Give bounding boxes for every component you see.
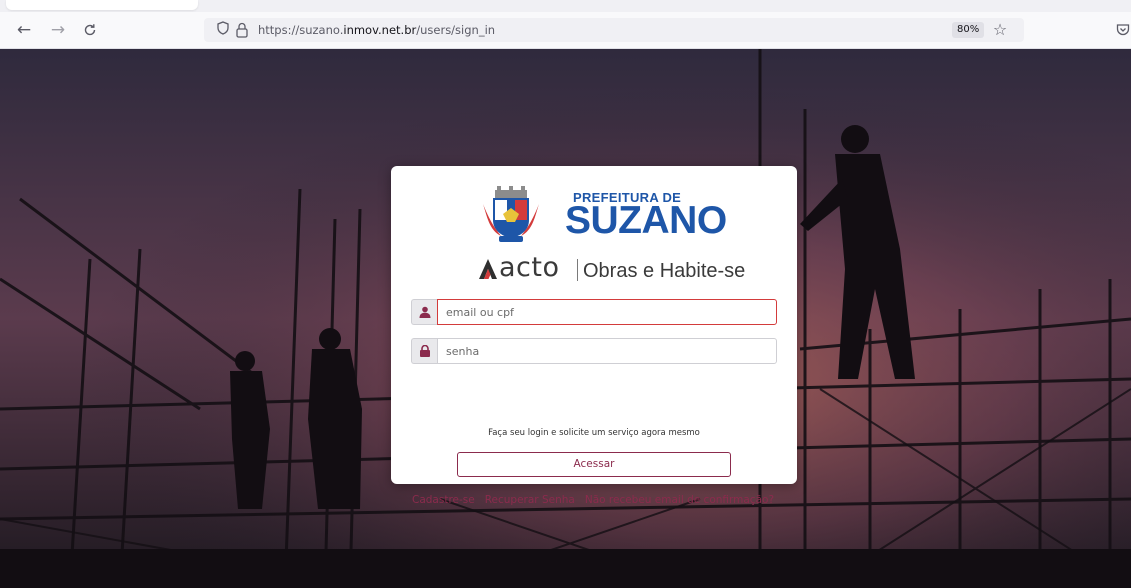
email-field-group	[411, 299, 777, 325]
prefeitura-suzano-logo: PREFEITURA DE SUZANO	[481, 186, 727, 246]
arrow-left-icon: ←	[16, 20, 32, 40]
recover-password-link[interactable]: Recuperar Senha	[485, 494, 575, 506]
shield-icon	[217, 21, 229, 35]
email-input[interactable]	[437, 299, 777, 325]
password-field-group	[411, 338, 777, 364]
browser-toolbar: ← → https://suzano.inmov.net.br/users/si…	[0, 12, 1131, 49]
url-path: /users/sign_in	[416, 23, 496, 37]
acto-logo-icon	[479, 259, 497, 279]
pocket-icon	[1116, 24, 1130, 36]
city-crest-icon	[483, 186, 539, 242]
login-card: PREFEITURA DE SUZANO acto Obras e Habite…	[391, 166, 797, 506]
page-viewport: PREFEITURA DE SUZANO acto Obras e Habite…	[0, 49, 1131, 588]
browser-window: ← → https://suzano.inmov.net.br/users/si…	[0, 0, 1131, 588]
arrow-right-icon: →	[50, 20, 66, 40]
zoom-indicator[interactable]: 80%	[952, 22, 985, 38]
url-domain: inmov.net.br	[343, 23, 417, 37]
active-tab[interactable]	[6, 0, 198, 10]
url-prefix: https://suzano.	[258, 23, 344, 37]
resend-confirmation-link[interactable]: Não recebeu email de confirmação?	[585, 494, 774, 506]
acto-brand: acto Obras e Habite-se	[479, 251, 745, 285]
acessar-button[interactable]: Acessar	[457, 452, 731, 477]
password-addon	[411, 338, 437, 364]
pocket-button[interactable]	[1116, 20, 1131, 40]
tab-strip	[0, 0, 1131, 12]
site-info-button[interactable]	[235, 21, 251, 39]
user-icon	[419, 306, 431, 318]
email-addon	[411, 299, 437, 325]
register-link[interactable]: Cadastre-se	[412, 494, 475, 506]
lock-icon	[236, 22, 248, 38]
reload-icon	[84, 24, 96, 36]
acto-wordmark: acto	[499, 252, 560, 283]
lock-icon	[420, 345, 430, 357]
reload-button[interactable]	[80, 20, 100, 40]
acto-subtitle: Obras e Habite-se	[583, 260, 746, 282]
star-icon: ☆	[992, 20, 1008, 39]
account-links: Cadastre-se Recuperar Senha Não recebeu em…	[412, 494, 784, 506]
tracking-protection-button[interactable]	[214, 21, 232, 39]
bookmark-button[interactable]: ☆	[990, 20, 1010, 40]
forward-button[interactable]: →	[48, 20, 68, 40]
password-input[interactable]	[437, 338, 777, 364]
url-text[interactable]: https://suzano.inmov.net.br/users/sign_i…	[258, 18, 495, 42]
url-bar[interactable]: https://suzano.inmov.net.br/users/sign_i…	[204, 18, 1024, 42]
acto-separator	[577, 259, 578, 281]
logo-main-text: SUZANO	[565, 199, 727, 242]
login-hint-text: Faça seu login e solicite um serviço ago…	[488, 428, 700, 438]
back-button[interactable]: ←	[14, 20, 34, 40]
